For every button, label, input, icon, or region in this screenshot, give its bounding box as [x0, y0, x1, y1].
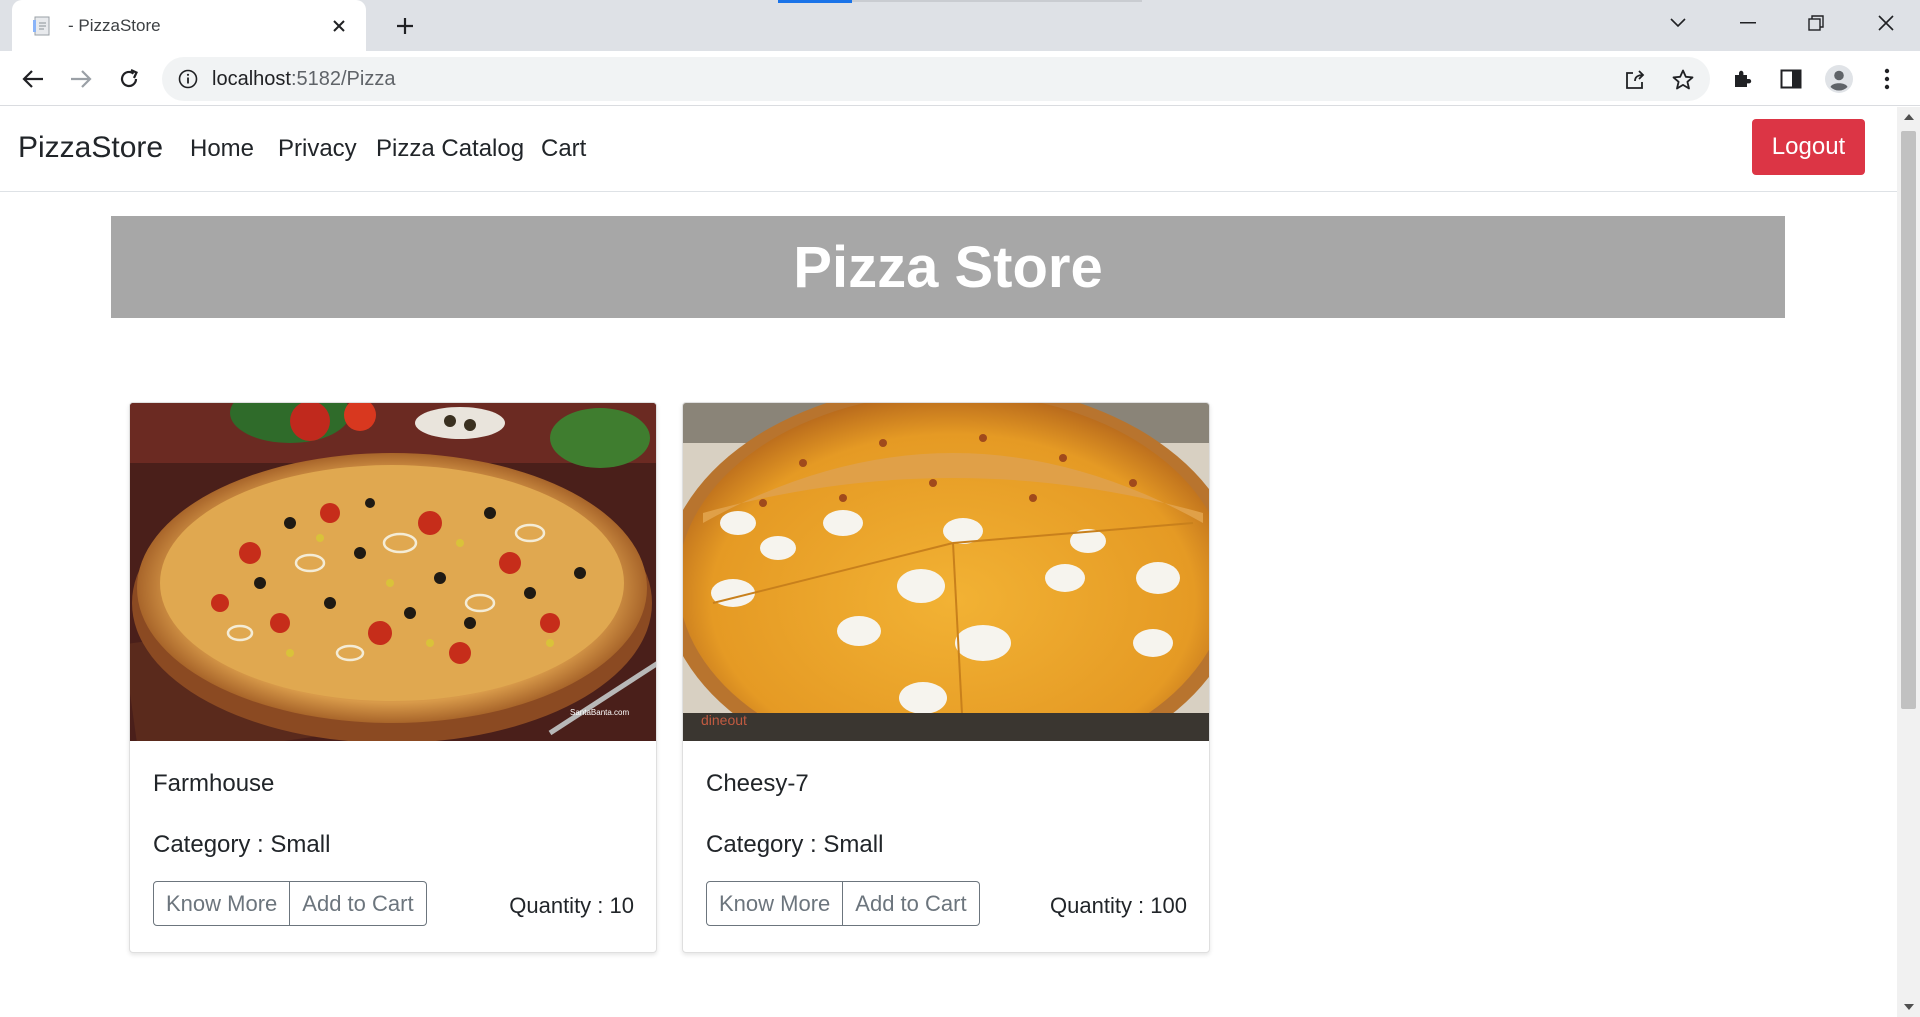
url-text[interactable]: localhost:5182/Pizza: [212, 68, 395, 91]
reload-icon[interactable]: [112, 62, 146, 96]
address-bar[interactable]: localhost:5182/Pizza: [162, 57, 1710, 101]
know-more-button[interactable]: Know More: [153, 881, 291, 926]
store-banner: Pizza Store: [111, 216, 1785, 318]
pizza-card: dineout Cheesy-7 Category : Small Know M…: [682, 402, 1210, 953]
know-more-button[interactable]: Know More: [706, 881, 844, 926]
url-host: localhost: [212, 68, 291, 90]
scroll-up-arrow-icon[interactable]: [1897, 107, 1920, 127]
site-info-icon[interactable]: [176, 67, 200, 91]
nav-link-privacy[interactable]: Privacy: [278, 135, 357, 163]
logout-button[interactable]: Logout: [1752, 119, 1865, 175]
site-navbar: PizzaStore Home Privacy Pizza Catalog Ca…: [0, 107, 1897, 192]
page-title: Pizza Store: [793, 234, 1103, 300]
pizza-quantity: Quantity : 100: [1050, 893, 1187, 918]
image-watermark: SantaBanta.com: [570, 708, 629, 717]
tab-search-chevron-icon[interactable]: [1658, 8, 1698, 38]
pizza-image[interactable]: dineout: [683, 403, 1209, 741]
browser-tab-active[interactable]: - PizzaStore: [12, 0, 366, 51]
tab-title: - PizzaStore: [68, 15, 161, 35]
page-favicon-icon: [30, 14, 54, 38]
back-arrow-icon[interactable]: [16, 62, 50, 96]
add-to-cart-button[interactable]: Add to Cart: [843, 881, 980, 926]
nav-link-home[interactable]: Home: [190, 135, 254, 163]
close-window-icon[interactable]: [1866, 8, 1906, 38]
tab-loading-track: [852, 0, 1142, 2]
pizza-category: Category : Small: [706, 831, 884, 858]
restore-icon[interactable]: [1796, 8, 1836, 38]
extensions-puzzle-icon[interactable]: [1726, 62, 1760, 96]
card-action-group: Know More Add to Cart: [706, 881, 980, 926]
nav-link-pizza-catalog[interactable]: Pizza Catalog: [376, 135, 524, 163]
page-viewport: PizzaStore Home Privacy Pizza Catalog Ca…: [0, 107, 1920, 1017]
page-scrollbar[interactable]: [1897, 107, 1920, 1017]
new-tab-icon[interactable]: [390, 11, 420, 41]
scroll-down-arrow-icon[interactable]: [1897, 997, 1920, 1017]
browser-tabstrip: - PizzaStore: [0, 0, 1920, 51]
pizza-quantity: Quantity : 10: [509, 893, 634, 918]
pizza-name: Farmhouse: [153, 770, 275, 797]
profile-avatar-icon[interactable]: [1822, 62, 1856, 96]
brand-link[interactable]: PizzaStore: [18, 131, 163, 165]
url-path: :5182/Pizza: [290, 68, 396, 90]
browser-toolbar: localhost:5182/Pizza: [0, 51, 1920, 106]
pizza-image[interactable]: SantaBanta.com: [130, 403, 656, 741]
pizza-card: SantaBanta.com Farmhouse Category : Smal…: [129, 402, 657, 953]
share-icon[interactable]: [1622, 67, 1648, 93]
forward-arrow-icon[interactable]: [64, 62, 98, 96]
pizza-name: Cheesy-7: [706, 770, 809, 797]
close-tab-icon[interactable]: [326, 13, 352, 39]
tab-loading-indicator: [778, 0, 852, 3]
pizza-category: Category : Small: [153, 831, 331, 858]
bookmark-star-icon[interactable]: [1670, 67, 1696, 93]
card-action-group: Know More Add to Cart: [153, 881, 427, 926]
minimize-icon[interactable]: [1728, 8, 1768, 38]
image-watermark: dineout: [701, 712, 747, 728]
side-panel-icon[interactable]: [1774, 62, 1808, 96]
add-to-cart-button[interactable]: Add to Cart: [290, 881, 427, 926]
nav-link-cart[interactable]: Cart: [541, 135, 586, 163]
scrollbar-thumb[interactable]: [1901, 131, 1916, 709]
browser-menu-icon[interactable]: [1870, 62, 1904, 96]
